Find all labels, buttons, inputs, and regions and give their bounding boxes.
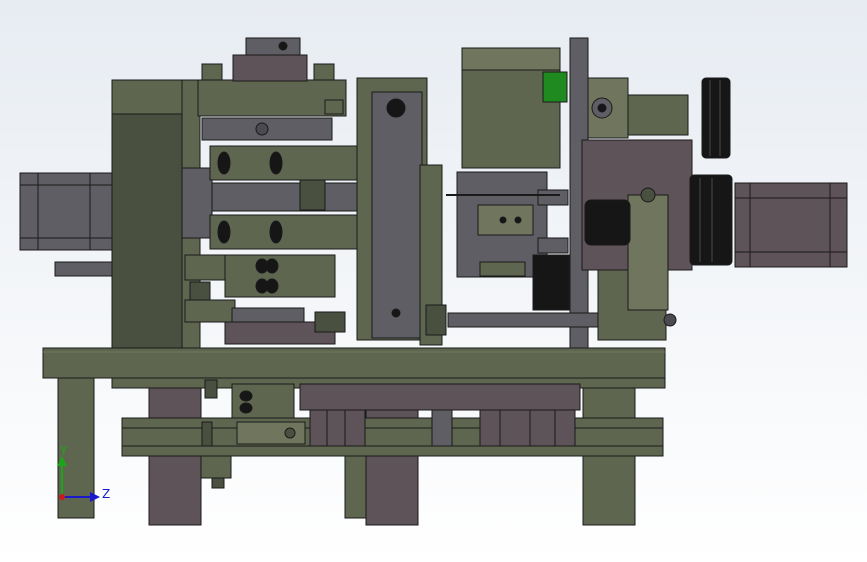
cad-viewport[interactable]: Y Z: [0, 0, 867, 562]
x-axis-origin-icon: [59, 494, 65, 500]
right-stepper-motor[interactable]: [734, 182, 848, 268]
cad-assembly-drawing[interactable]: Y Z: [0, 0, 867, 562]
y-axis-label: Y: [59, 444, 68, 458]
z-axis-label: Z: [102, 487, 110, 501]
